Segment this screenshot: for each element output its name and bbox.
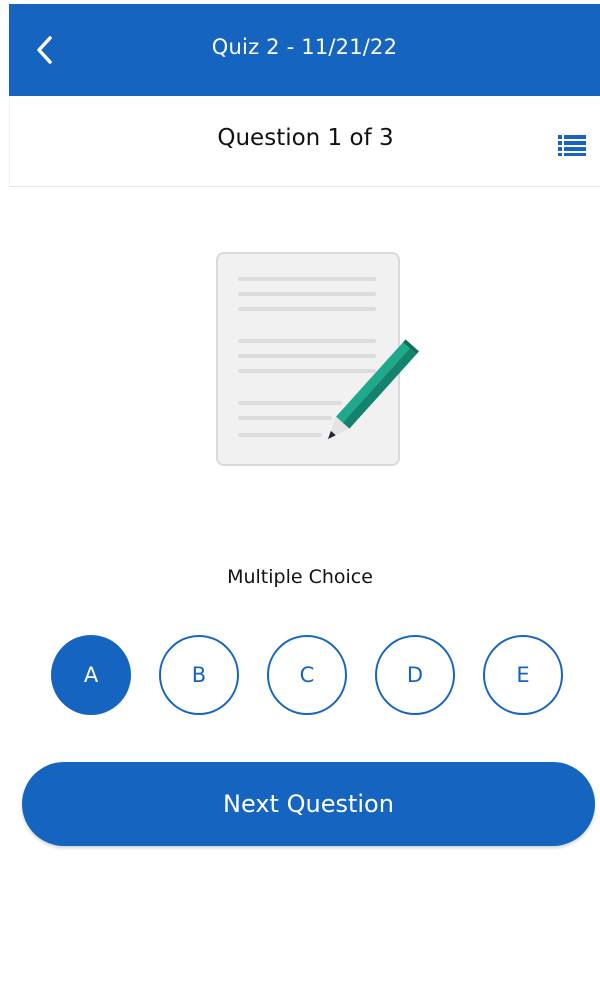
quiz-title: Quiz 2 - 11/21/22 (211, 35, 398, 59)
answer-choices: A B C D E (51, 635, 571, 717)
document-pencil-illustration (210, 248, 450, 473)
choice-d-button[interactable]: D (375, 635, 455, 715)
choice-e-button[interactable]: E (483, 635, 563, 715)
question-header: Question 1 of 3 (9, 96, 600, 187)
question-counter: Question 1 of 3 (217, 125, 394, 151)
choice-b-button[interactable]: B (159, 635, 239, 715)
document-pencil-icon (216, 252, 419, 466)
question-type-label: Multiple Choice (227, 566, 373, 588)
question-list-button[interactable] (558, 134, 586, 156)
choice-a-button[interactable]: A (51, 635, 131, 715)
choice-c-button[interactable]: C (267, 635, 347, 715)
app-bar: Quiz 2 - 11/21/22 (9, 4, 600, 96)
quiz-screen: Quiz 2 - 11/21/22 Question 1 of 3 Multip… (0, 0, 600, 995)
next-question-button[interactable]: Next Question (22, 762, 595, 846)
list-icon (558, 135, 586, 156)
